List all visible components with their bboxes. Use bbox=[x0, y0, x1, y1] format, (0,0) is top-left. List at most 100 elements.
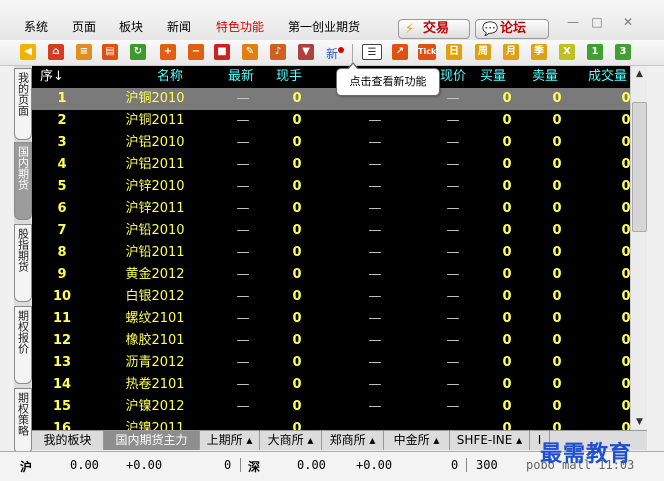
period-1min-button[interactable]: 1 bbox=[587, 44, 603, 60]
cell-sell-volume: 0 bbox=[552, 91, 562, 106]
close-icon[interactable]: ✕ bbox=[617, 13, 639, 31]
cell-index: 5 bbox=[57, 179, 67, 194]
period-x-button[interactable]: X bbox=[559, 44, 575, 60]
new-feature-button[interactable]: 新 bbox=[326, 45, 338, 62]
back-arrow-icon[interactable]: ◀ bbox=[20, 44, 36, 60]
bell-icon[interactable]: ♪ bbox=[270, 44, 286, 60]
cell-latest: — bbox=[236, 179, 250, 194]
scroll-up-icon[interactable]: ▲ bbox=[631, 66, 648, 82]
pen-icon[interactable]: ✎ bbox=[242, 44, 258, 60]
home-icon[interactable]: ⌂ bbox=[48, 44, 64, 60]
table-row[interactable]: 1 沪铜2010 — 0 — 0 0 0 bbox=[32, 88, 630, 110]
table-row[interactable]: 4 沪铝2011 — 0 — — 0 0 0 bbox=[32, 154, 630, 176]
cell-name: 沪铅2011 bbox=[125, 245, 185, 260]
table-row[interactable]: 7 沪铅2010 — 0 — — 0 0 0 bbox=[32, 220, 630, 242]
menu-page[interactable]: 页面 bbox=[72, 19, 96, 35]
header-sell-volume[interactable]: 卖量 bbox=[532, 66, 558, 88]
side-tab-index-futures[interactable]: 股指期货 bbox=[14, 224, 32, 302]
header-price[interactable]: 现价 bbox=[440, 66, 466, 88]
cell-total-volume: 0 bbox=[621, 201, 630, 216]
table-row[interactable]: 3 沪铝2010 — 0 — — 0 0 0 bbox=[32, 132, 630, 154]
bottom-tab[interactable]: 国内期货主力 bbox=[104, 431, 200, 450]
menu-broker[interactable]: 第一创业期货 bbox=[288, 19, 360, 35]
header-name[interactable]: 名称 bbox=[157, 66, 183, 88]
forum-button[interactable]: 💬 论坛 bbox=[475, 19, 549, 39]
header-latest[interactable]: 最新 bbox=[228, 66, 254, 88]
tick-icon[interactable]: Tick bbox=[418, 44, 436, 60]
table-row[interactable]: 8 沪铅2011 — 0 — — 0 0 0 bbox=[32, 242, 630, 264]
cell-name: 黄金2012 bbox=[125, 267, 185, 282]
cell-buy-volume: 0 bbox=[502, 355, 512, 370]
filter-icon[interactable]: ▼ bbox=[298, 44, 314, 60]
header-total-volume[interactable]: 成交量 bbox=[588, 66, 627, 88]
bottom-tab[interactable]: 大商所 ▴ bbox=[260, 431, 322, 450]
bottom-tab[interactable]: 上期所 ▴ bbox=[200, 431, 260, 450]
cell-index: 9 bbox=[57, 267, 67, 282]
table-row[interactable]: 9 黄金2012 — 0 — — 0 0 0 bbox=[32, 264, 630, 286]
vertical-scrollbar[interactable]: ▲ ▼ bbox=[630, 66, 647, 430]
table-row[interactable]: 11 螺纹2101 — 0 — — 0 0 0 bbox=[32, 308, 630, 330]
cell-index: 12 bbox=[52, 333, 72, 348]
color-icon[interactable]: ■ bbox=[214, 44, 230, 60]
side-tab-options-strategy[interactable]: 期权策略 bbox=[14, 388, 32, 454]
table-row[interactable]: 10 白银2012 — 0 — — 0 0 0 bbox=[32, 286, 630, 308]
status-separator bbox=[466, 458, 467, 472]
status-separator bbox=[240, 458, 241, 472]
header-buy-volume[interactable]: 买量 bbox=[480, 66, 506, 88]
period-week-button[interactable]: 周 bbox=[475, 44, 491, 60]
table-row[interactable]: 16 沪镍2011 0 0 0 0 bbox=[32, 418, 630, 430]
menu-news[interactable]: 新闻 bbox=[167, 19, 191, 35]
cell-hand: 0 bbox=[292, 135, 302, 150]
cell-price: — bbox=[446, 201, 460, 216]
table-row[interactable]: 12 橡胶2101 — 0 — — 0 0 0 bbox=[32, 330, 630, 352]
bottom-tab[interactable]: 郑商所 ▴ bbox=[322, 431, 384, 450]
cell-current: — bbox=[368, 267, 382, 282]
cell-name: 沪锌2010 bbox=[125, 179, 185, 194]
bottom-tab[interactable]: 我的板块 bbox=[32, 431, 104, 450]
period-quarter-button[interactable]: 季 bbox=[531, 44, 547, 60]
header-index[interactable]: 序↓ bbox=[40, 66, 64, 88]
scroll-down-icon[interactable]: ▼ bbox=[631, 414, 648, 430]
table-row[interactable]: 13 沥青2012 — 0 — — 0 0 0 bbox=[32, 352, 630, 374]
news-icon[interactable]: ▤ bbox=[102, 44, 118, 60]
minimize-icon[interactable]: — bbox=[562, 13, 584, 31]
cell-current: — bbox=[368, 333, 382, 348]
lightning-icon: ⚡ bbox=[405, 22, 415, 37]
sh-index-value: 0.00 bbox=[70, 458, 99, 472]
menu-system[interactable]: 系统 bbox=[24, 19, 48, 35]
restore-icon[interactable]: □ bbox=[586, 13, 608, 31]
table-row[interactable]: 2 沪铜2011 — 0 — — 0 0 0 bbox=[32, 110, 630, 132]
cell-name: 沥青2012 bbox=[125, 355, 185, 370]
header-hand[interactable]: 现手 bbox=[276, 66, 302, 88]
table-row[interactable]: 6 沪锌2011 — 0 — — 0 0 0 bbox=[32, 198, 630, 220]
cell-buy-volume: 0 bbox=[502, 245, 512, 260]
cell-sell-volume: 0 bbox=[552, 201, 562, 216]
side-tab-my-page[interactable]: 我的页面 bbox=[14, 68, 32, 140]
period-3min-button[interactable]: 3 bbox=[615, 44, 631, 60]
cell-total-volume: 0 bbox=[621, 223, 630, 238]
bottom-tab[interactable]: 中金所 ▴ bbox=[384, 431, 450, 450]
cell-name: 白银2012 bbox=[125, 289, 185, 304]
quote-list-icon[interactable]: ☰ bbox=[362, 44, 382, 60]
scroll-thumb[interactable] bbox=[632, 102, 647, 232]
table-row[interactable]: 15 沪镍2012 — 0 — — 0 0 0 bbox=[32, 396, 630, 418]
zoom-out-icon[interactable]: − bbox=[188, 44, 204, 60]
table-row[interactable]: 14 热卷2101 — 0 — — 0 0 0 bbox=[32, 374, 630, 396]
side-tab-options-quote[interactable]: 期权报价 bbox=[14, 306, 32, 384]
cell-name: 沪铝2011 bbox=[125, 157, 185, 172]
menu-special-features[interactable]: 特色功能 bbox=[216, 19, 264, 35]
side-tab-domestic-futures[interactable]: 国内期货 bbox=[14, 142, 32, 220]
period-day-button[interactable]: 日 bbox=[446, 44, 462, 60]
zoom-in-icon[interactable]: + bbox=[160, 44, 176, 60]
table-row[interactable]: 5 沪锌2010 — 0 — — 0 0 0 bbox=[32, 176, 630, 198]
bottom-tab[interactable]: SHFE-INE ▴ bbox=[450, 431, 530, 450]
cell-price: — bbox=[446, 399, 460, 414]
cell-price: — bbox=[446, 135, 460, 150]
refresh-icon[interactable]: ↻ bbox=[130, 44, 146, 60]
trade-button[interactable]: ⚡ 交易 bbox=[398, 19, 470, 39]
menu-sector[interactable]: 板块 bbox=[119, 19, 143, 35]
cell-latest: — bbox=[236, 377, 250, 392]
period-month-button[interactable]: 月 bbox=[503, 44, 519, 60]
notebook-icon[interactable]: ≡ bbox=[76, 44, 92, 60]
trend-chart-icon[interactable]: ↗ bbox=[392, 44, 408, 60]
